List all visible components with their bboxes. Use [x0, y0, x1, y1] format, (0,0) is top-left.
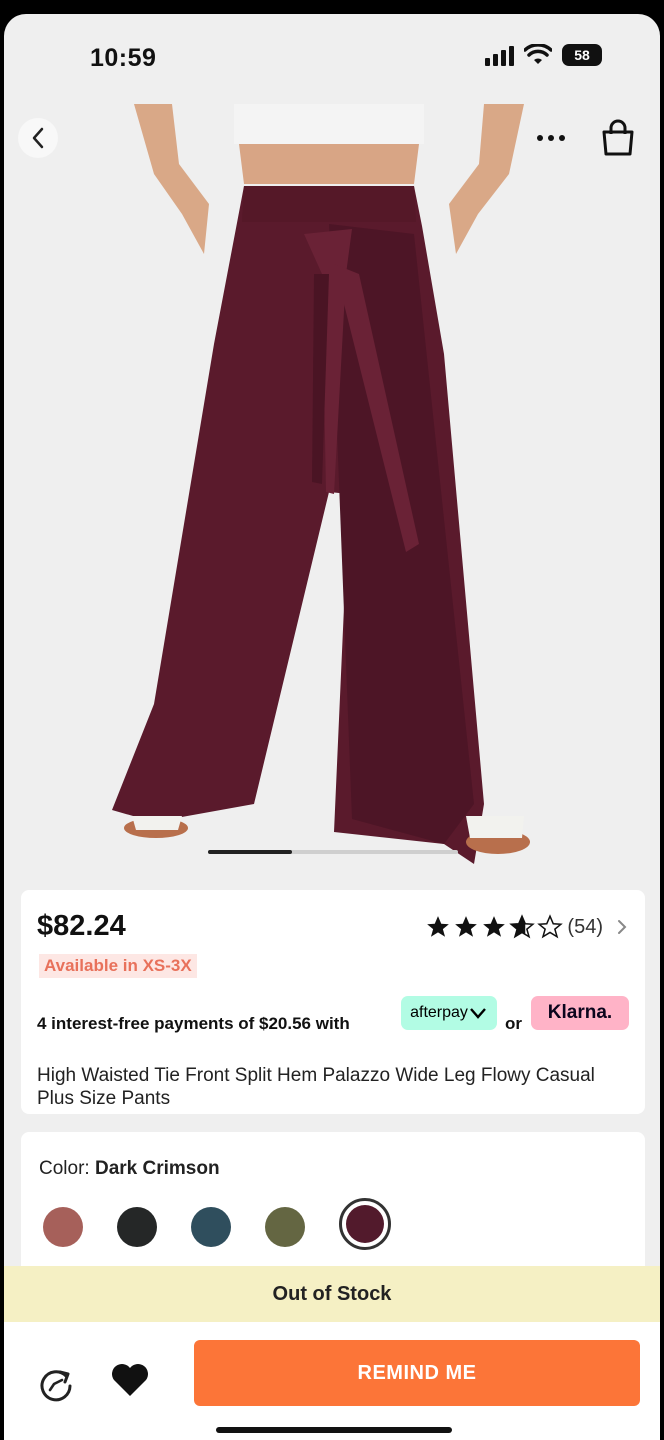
carousel-active-bar	[208, 850, 292, 854]
star-half-icon	[509, 914, 536, 939]
dot-icon	[559, 135, 565, 141]
star-filled-icon	[483, 916, 506, 937]
star-empty-icon	[537, 914, 564, 939]
more-options-button[interactable]	[526, 118, 576, 158]
rating[interactable]: (54)	[425, 914, 629, 940]
wifi-icon	[524, 44, 552, 64]
dot-icon	[537, 135, 543, 141]
heart-icon[interactable]	[108, 1358, 152, 1402]
color-swatch-dark-crimson[interactable]	[339, 1198, 391, 1250]
afterpay-logo-icon	[470, 1008, 486, 1019]
or-text: or	[505, 1014, 522, 1033]
star-filled-icon	[455, 916, 478, 937]
availability-badge: Available in XS-3X	[39, 954, 197, 978]
chevron-left-icon	[32, 127, 44, 149]
remind-me-button[interactable]: REMIND ME	[194, 1340, 640, 1406]
color-label: Color: Dark Crimson	[39, 1158, 220, 1180]
review-count: (54)	[567, 915, 603, 938]
afterpay-badge[interactable]: afterpay	[401, 996, 497, 1030]
color-swatch-teal[interactable]	[191, 1207, 231, 1247]
product-image[interactable]	[4, 104, 660, 884]
chevron-right-icon	[618, 920, 627, 934]
app-screen: 10:59 58 $82.24 Available in XS-3X (54) …	[4, 14, 660, 1440]
bottom-action-bar: REMIND ME	[4, 1322, 660, 1440]
installments-text: 4 interest-free payments of $20.56 with	[37, 1014, 350, 1033]
dot-icon	[548, 135, 554, 141]
battery-icon: 58	[562, 44, 602, 66]
color-swatch-olive[interactable]	[265, 1207, 305, 1247]
star-filled-icon	[427, 916, 450, 937]
color-swatch-rose[interactable]	[43, 1207, 83, 1247]
klarna-badge[interactable]: Klarna.	[531, 996, 629, 1030]
color-swatch-black[interactable]	[117, 1207, 157, 1247]
status-bar: 10:59 58	[4, 14, 660, 102]
back-button[interactable]	[18, 118, 58, 158]
image-carousel-indicator	[208, 850, 458, 854]
signal-icon	[485, 44, 514, 66]
shopping-bag-icon[interactable]	[596, 116, 640, 160]
color-swatches	[43, 1198, 425, 1250]
product-price: $82.24	[37, 910, 126, 942]
status-time: 10:59	[90, 44, 157, 72]
selected-color-name: Dark Crimson	[94, 1158, 220, 1179]
afterpay-label: afterpay	[410, 1004, 468, 1021]
share-icon[interactable]	[34, 1362, 78, 1406]
home-indicator	[216, 1427, 452, 1433]
product-title: High Waisted Tie Front Split Hem Palazzo…	[37, 1065, 595, 1109]
status-icons: 58	[485, 44, 602, 66]
color-label-prefix: Color:	[39, 1158, 90, 1179]
product-info-card: $82.24 Available in XS-3X (54) 4 interes…	[21, 890, 645, 1114]
out-of-stock-banner: Out of Stock	[4, 1266, 660, 1322]
